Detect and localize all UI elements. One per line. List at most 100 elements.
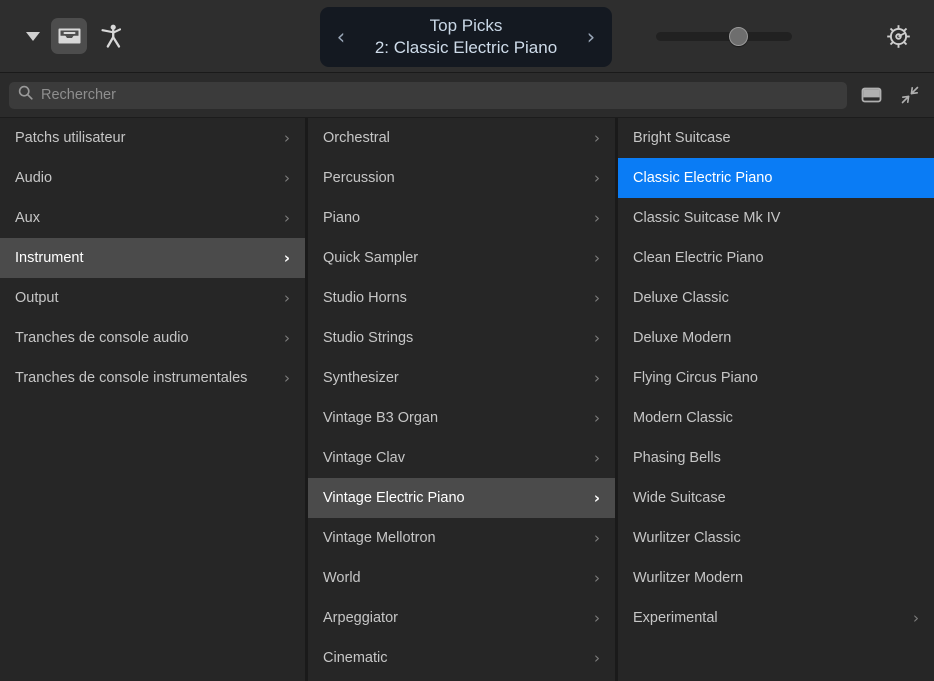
list-item[interactable]: Wurlitzer Modern [618, 558, 934, 598]
slider-knob[interactable] [729, 27, 748, 46]
list-item[interactable]: Clean Electric Piano [618, 238, 934, 278]
patch-display-line1: Top Picks [350, 15, 582, 37]
list-item[interactable]: Cinematic› [308, 638, 615, 678]
list-item[interactable]: Classic Electric Piano [618, 158, 934, 198]
chevron-right-icon: › [591, 171, 603, 186]
chevron-right-icon: › [591, 611, 603, 626]
volume-slider[interactable] [656, 27, 792, 46]
list-item-label: Output [15, 290, 281, 306]
patch-column[interactable]: Bright Suitcase Classic Electric Piano Cla… [618, 118, 934, 681]
list-item[interactable]: Piano› [308, 198, 615, 238]
list-item[interactable]: Output› [0, 278, 305, 318]
chevron-right-icon: › [591, 291, 603, 306]
list-item-label: Wurlitzer Modern [633, 570, 910, 586]
patch-display-line2: 2: Classic Electric Piano [350, 37, 582, 59]
chevron-right-icon: › [591, 531, 603, 546]
list-item-label: Audio [15, 170, 281, 186]
list-item[interactable]: Aux› [0, 198, 305, 238]
library-browser-window: ‹ Top Picks 2: Classic Electric Piano › [0, 0, 934, 681]
list-item[interactable]: Vintage B3 Organ› [308, 398, 615, 438]
chevron-right-icon: › [591, 411, 603, 426]
chevron-right-icon: › [281, 291, 293, 306]
list-item[interactable]: Orchestral› [308, 118, 615, 158]
performer-person-icon[interactable] [94, 18, 130, 54]
list-item[interactable]: Flying Circus Piano [618, 358, 934, 398]
list-item[interactable]: Wide Suitcase [618, 478, 934, 518]
search-bar [0, 73, 934, 118]
list-item-label: Studio Horns [323, 290, 591, 306]
list-item-label: Studio Strings [323, 330, 591, 346]
patch-display[interactable]: ‹ Top Picks 2: Classic Electric Piano › [320, 7, 612, 67]
list-item-label: World [323, 570, 591, 586]
list-item-label: Bright Suitcase [633, 130, 910, 146]
list-item[interactable]: Deluxe Modern [618, 318, 934, 358]
chevron-right-icon: › [281, 371, 293, 386]
chevron-right-icon: › [591, 491, 603, 506]
chevron-right-icon: › [281, 331, 293, 346]
previous-patch-button[interactable]: ‹ [332, 27, 350, 48]
list-item[interactable]: Instrument› [0, 238, 305, 278]
list-item[interactable]: Patchs utilisateur› [0, 118, 305, 158]
list-item[interactable]: Phasing Bells [618, 438, 934, 478]
chevron-right-icon: › [281, 251, 293, 266]
list-item[interactable]: Modern Classic [618, 398, 934, 438]
collapse-arrows-icon[interactable] [895, 80, 925, 110]
list-item[interactable]: Percussion› [308, 158, 615, 198]
list-item[interactable]: Vintage Clav› [308, 438, 615, 478]
triangle-down-icon[interactable] [22, 18, 44, 54]
list-item[interactable]: Quick Sampler› [308, 238, 615, 278]
list-item[interactable]: Studio Strings› [308, 318, 615, 358]
list-item[interactable]: Studio Horns› [308, 278, 615, 318]
list-item-label: Piano [323, 210, 591, 226]
search-icon [18, 85, 33, 105]
list-item-label: Vintage Mellotron [323, 530, 591, 546]
next-patch-button[interactable]: › [582, 27, 600, 48]
subcategory-column[interactable]: Orchestral›Percussion›Piano›Quick Sample… [308, 118, 618, 681]
list-item-label: Wurlitzer Classic [633, 530, 910, 546]
chevron-right-icon: › [281, 171, 293, 186]
list-item-label: Patchs utilisateur [15, 130, 281, 146]
list-item[interactable]: Bright Suitcase [618, 118, 934, 158]
list-item[interactable]: World› [308, 558, 615, 598]
category-column[interactable]: Patchs utilisateur›Audio›Aux›Instrument›… [0, 118, 308, 681]
browser-columns: Patchs utilisateur›Audio›Aux›Instrument›… [0, 118, 934, 681]
search-field[interactable] [9, 82, 847, 109]
list-item-label: Vintage B3 Organ [323, 410, 591, 426]
patch-display-text: Top Picks 2: Classic Electric Piano [350, 15, 582, 59]
chevron-right-icon: › [591, 371, 603, 386]
list-item[interactable]: Vintage Mellotron› [308, 518, 615, 558]
chevron-right-icon: › [591, 131, 603, 146]
list-item-label: Classic Electric Piano [633, 170, 910, 186]
list-item[interactable]: Tranches de console instrumentales› [0, 358, 305, 398]
list-item[interactable]: Vintage Electric Piano› [308, 478, 615, 518]
chevron-right-icon: › [591, 571, 603, 586]
list-item-label: Experimental [633, 610, 910, 626]
list-item-label: Arpeggiator [323, 610, 591, 626]
list-item[interactable]: Wurlitzer Classic [618, 518, 934, 558]
panel-layout-icon[interactable] [856, 80, 886, 110]
chevron-right-icon: › [281, 211, 293, 226]
list-item-label: Classic Suitcase Mk IV [633, 210, 910, 226]
chevron-right-icon: › [281, 131, 293, 146]
gear-icon[interactable] [880, 18, 916, 54]
list-item-label: Tranches de console instrumentales [15, 370, 281, 386]
library-inbox-icon[interactable] [51, 18, 87, 54]
chevron-right-icon: › [591, 651, 603, 666]
top-toolbar: ‹ Top Picks 2: Classic Electric Piano › [0, 0, 934, 73]
search-input[interactable] [41, 87, 838, 103]
list-item-label: Vintage Electric Piano [323, 490, 591, 506]
list-item-label: Modern Classic [633, 410, 910, 426]
list-item-label: Flying Circus Piano [633, 370, 910, 386]
list-item-label: Phasing Bells [633, 450, 910, 466]
list-item[interactable]: Arpeggiator› [308, 598, 615, 638]
list-item[interactable]: Deluxe Classic [618, 278, 934, 318]
list-item[interactable]: Tranches de console audio› [0, 318, 305, 358]
list-item[interactable]: Synthesizer› [308, 358, 615, 398]
list-item-label: Orchestral [323, 130, 591, 146]
list-item[interactable]: Classic Suitcase Mk IV [618, 198, 934, 238]
list-item[interactable]: Audio› [0, 158, 305, 198]
list-item[interactable]: Experimental› [618, 598, 934, 638]
list-item-label: Quick Sampler [323, 250, 591, 266]
list-item-label: Instrument [15, 250, 281, 266]
slider-track [656, 32, 792, 41]
